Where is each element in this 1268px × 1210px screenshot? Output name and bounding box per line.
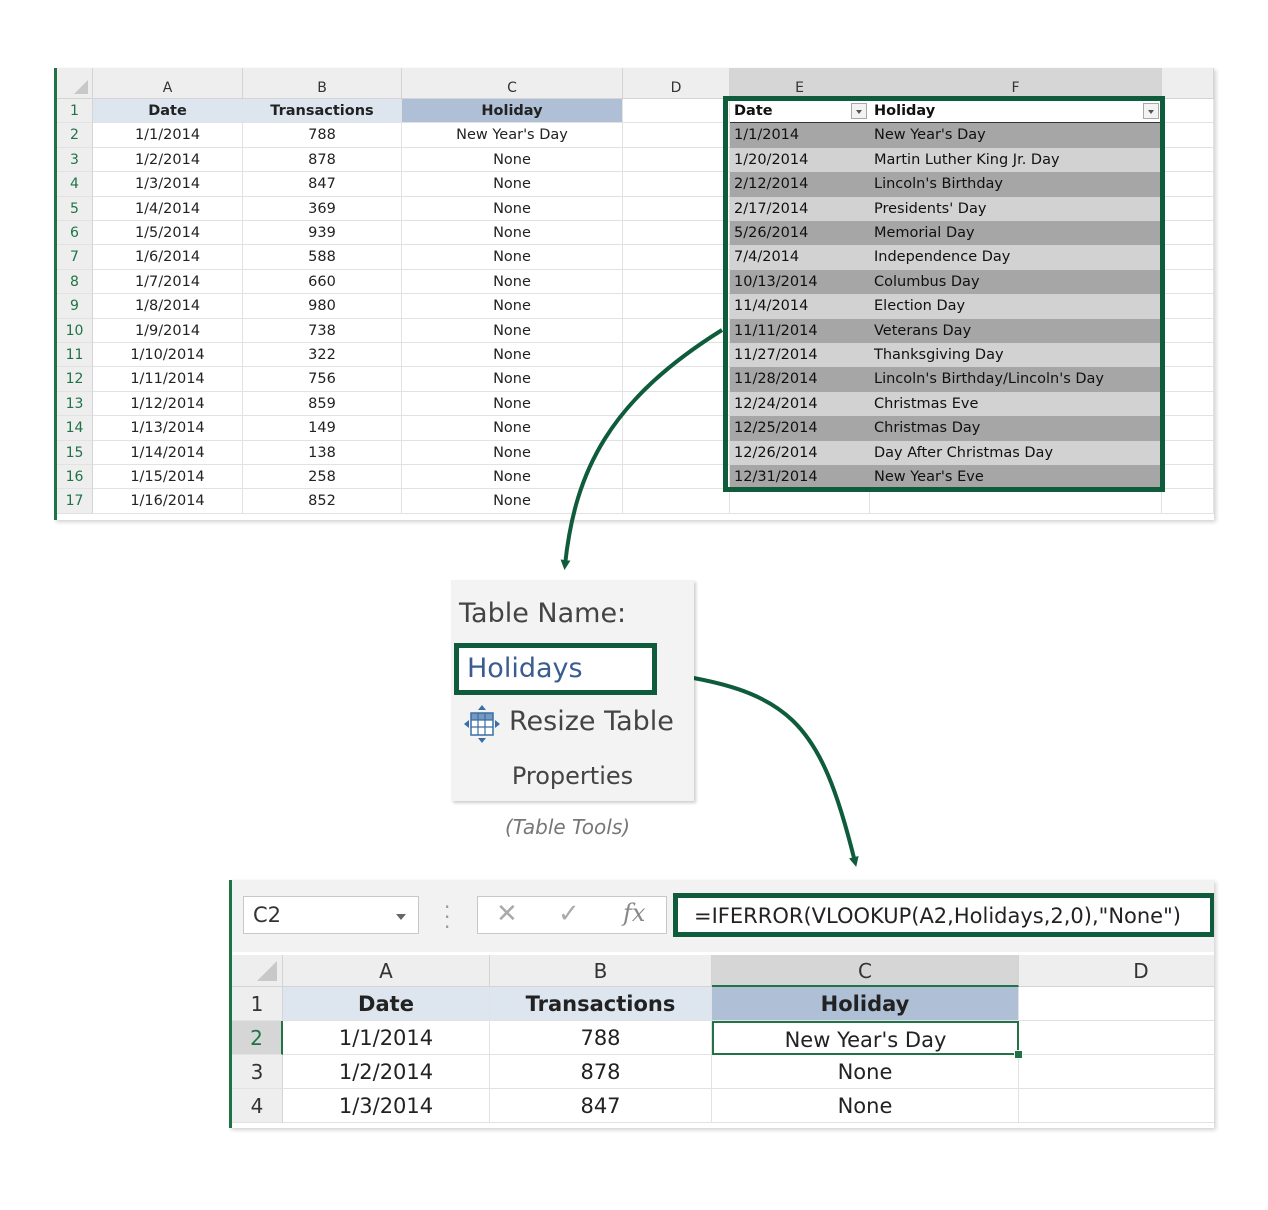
row-header[interactable]: 4 xyxy=(232,1089,283,1123)
chevron-down-icon[interactable] xyxy=(396,914,406,920)
bottom-spreadsheet: C2 · · · ✕ ✓ fx =IFERROR(VLOOKUP(A2,Holida… xyxy=(229,880,1214,1128)
name-box[interactable]: C2 xyxy=(243,896,419,934)
holiday-cell[interactable]: None xyxy=(712,1055,1019,1089)
transactions-cell[interactable]: 847 xyxy=(490,1089,712,1123)
drag-handle-icon[interactable]: · · · xyxy=(444,897,450,937)
active-cell-c2[interactable]: New Year's Day xyxy=(712,1021,1019,1055)
column-header-d[interactable]: D xyxy=(1019,955,1214,987)
fill-handle[interactable] xyxy=(1014,1050,1023,1059)
table-name-value: Holidays xyxy=(467,653,583,684)
row-header[interactable]: 1 xyxy=(232,987,283,1021)
empty-cell[interactable] xyxy=(1019,1021,1214,1055)
table-tools-caption: (Table Tools) xyxy=(504,815,631,839)
header-cell-holiday[interactable]: Holiday xyxy=(712,987,1019,1021)
resize-table-icon xyxy=(464,705,500,743)
cancel-x-icon[interactable]: ✕ xyxy=(496,899,518,929)
table-name-label: Table Name: xyxy=(459,598,627,629)
date-cell[interactable]: 1/1/2014 xyxy=(283,1021,490,1055)
transactions-cell[interactable]: 788 xyxy=(490,1021,712,1055)
arrow-table-to-name xyxy=(560,328,724,570)
header-cell-date[interactable]: Date xyxy=(283,987,490,1021)
checkmark-icon[interactable]: ✓ xyxy=(558,899,580,929)
row-header[interactable]: 3 xyxy=(232,1055,283,1089)
formula-text: =IFERROR(VLOOKUP(A2,Holidays,2,0),"None"… xyxy=(694,904,1181,928)
empty-cell[interactable] xyxy=(1019,1089,1214,1123)
table-tools-panel: Table Name: Holidays Resize Table Proper… xyxy=(451,580,694,801)
empty-cell[interactable] xyxy=(1019,987,1214,1021)
table-name-input[interactable]: Holidays xyxy=(454,643,657,695)
column-header-a[interactable]: A xyxy=(283,955,490,987)
date-cell[interactable]: 1/3/2014 xyxy=(283,1089,490,1123)
date-cell[interactable]: 1/2/2014 xyxy=(283,1055,490,1089)
header-cell-transactions[interactable]: Transactions xyxy=(490,987,712,1021)
formula-buttons: ✕ ✓ fx xyxy=(477,896,667,934)
fx-icon[interactable]: fx xyxy=(623,899,645,927)
properties-group-label: Properties xyxy=(511,762,634,790)
transactions-cell[interactable]: 878 xyxy=(490,1055,712,1089)
row-header[interactable]: 2 xyxy=(232,1021,283,1055)
empty-cell[interactable] xyxy=(1019,1055,1214,1089)
formula-bar: C2 · · · ✕ ✓ fx =IFERROR(VLOOKUP(A2,Holida… xyxy=(232,880,1214,952)
formula-input[interactable]: =IFERROR(VLOOKUP(A2,Holidays,2,0),"None"… xyxy=(673,893,1214,937)
name-box-value: C2 xyxy=(253,903,282,927)
column-header-b[interactable]: B xyxy=(490,955,712,987)
column-header-c[interactable]: C xyxy=(712,955,1019,987)
select-all-corner[interactable] xyxy=(232,955,283,987)
resize-table-label: Resize Table xyxy=(509,706,674,737)
holiday-cell[interactable]: None xyxy=(712,1089,1019,1123)
